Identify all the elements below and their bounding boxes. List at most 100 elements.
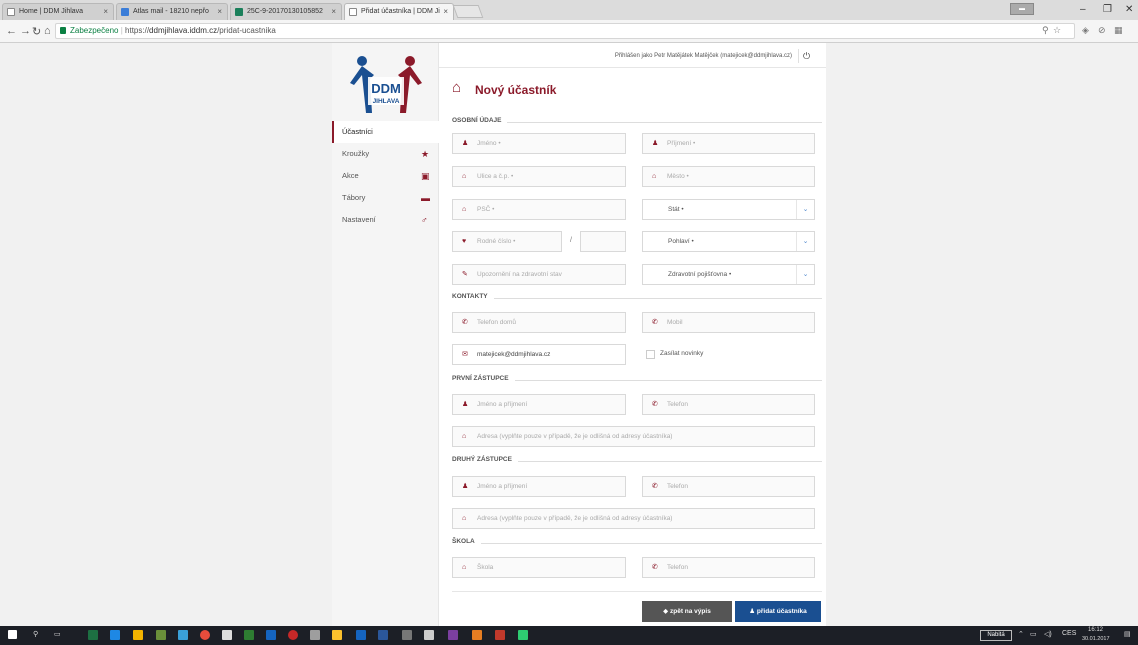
newsletter-checkbox[interactable] bbox=[646, 350, 655, 359]
task-view-icon[interactable]: ▭ bbox=[54, 630, 61, 638]
search-icon[interactable]: ⚲ bbox=[33, 630, 38, 638]
word-icon[interactable] bbox=[378, 630, 388, 640]
chrome-icon[interactable] bbox=[200, 630, 210, 640]
newsletter-label: Zasílat novinky bbox=[660, 350, 704, 357]
network-icon[interactable]: ▭ bbox=[1030, 630, 1037, 638]
close-icon[interactable]: × bbox=[103, 7, 108, 16]
logout-icon[interactable]: ⏻ bbox=[798, 49, 814, 63]
guardian1-phone-input[interactable]: ✆ Telefon bbox=[642, 394, 815, 415]
sidebar-item-ucastnici[interactable]: Účastníci bbox=[332, 121, 439, 143]
back-icon[interactable]: ← bbox=[6, 25, 17, 37]
save-icon[interactable] bbox=[266, 630, 276, 640]
home-icon: ⌂ bbox=[462, 173, 467, 180]
tab-pridat-ucastnika[interactable]: Přidat účastníka | DDM Ji × bbox=[344, 3, 454, 20]
main-content: Přihlášen jako Petr Matějátek Matějček (… bbox=[439, 43, 826, 626]
birth-number-suffix-input[interactable] bbox=[580, 231, 626, 252]
tab-atlas-mail[interactable]: Atlas mail - 18210 nepřo × bbox=[116, 3, 228, 20]
last-name-input[interactable]: ♟ Příjmení • bbox=[642, 133, 815, 154]
page-title: Nový účastník bbox=[475, 83, 557, 97]
sidebar-item-akce[interactable]: Akce ▣ bbox=[332, 165, 439, 187]
browser-icon[interactable] bbox=[178, 630, 188, 640]
app-icon-2[interactable] bbox=[244, 630, 254, 640]
first-name-input[interactable]: ♟ Jméno • bbox=[452, 133, 626, 154]
url-input[interactable]: Zabezpečeno | https://ddmjihlava.iddm.cz… bbox=[55, 23, 1075, 39]
country-select[interactable]: Stát • ⌄ bbox=[642, 199, 815, 220]
app-icon-4[interactable] bbox=[332, 630, 342, 640]
reload-icon[interactable]: ↻ bbox=[32, 25, 41, 38]
folder-icon[interactable] bbox=[133, 630, 143, 640]
sidebar-item-krouzky[interactable]: Kroužky ★ bbox=[332, 143, 439, 165]
gender-icon: ♂ bbox=[421, 215, 428, 225]
guardian2-phone-input[interactable]: ✆ Telefon bbox=[642, 476, 815, 497]
ddm-logo[interactable]: DDM JIHLAVA bbox=[344, 53, 428, 115]
battery-status[interactable]: Nabitá bbox=[980, 630, 1012, 641]
guardian2-name-input[interactable]: ♟ Jméno a příjmení bbox=[452, 476, 626, 497]
store-icon[interactable] bbox=[222, 630, 232, 640]
street-input[interactable]: ⌂ Ulice a č.p. • bbox=[452, 166, 626, 187]
volume-icon[interactable]: ◁) bbox=[1044, 630, 1052, 638]
outlook-icon[interactable] bbox=[356, 630, 366, 640]
app-icon-10[interactable] bbox=[518, 630, 528, 640]
guardian1-name-input[interactable]: ♟ Jméno a příjmení bbox=[452, 394, 626, 415]
school-phone-input[interactable]: ✆ Telefon bbox=[642, 557, 815, 578]
email-field[interactable]: ✉ matejicek@ddmjihlava.cz bbox=[452, 344, 626, 365]
health-note-input[interactable]: ✎ Upozornění na zdravotní stav bbox=[452, 264, 626, 285]
app-icon[interactable] bbox=[156, 630, 166, 640]
insurance-select[interactable]: Zdravotní pojišťovna • ⌄ bbox=[642, 264, 815, 285]
tab-home[interactable]: Home | DDM Jihlava × bbox=[2, 3, 114, 20]
school-input[interactable]: ⌂ Škola bbox=[452, 557, 626, 578]
tab-scan[interactable]: 25C-9-20170130105852 × bbox=[230, 3, 342, 20]
home-icon: ⌂ bbox=[462, 433, 467, 440]
add-participant-button[interactable]: ♟ přidat účastníka bbox=[735, 601, 821, 622]
back-to-list-button[interactable]: ◆ zpět na výpis bbox=[642, 601, 732, 622]
app-icon-3[interactable] bbox=[288, 630, 298, 640]
sidebar-item-tabory[interactable]: Tábory ▬ bbox=[332, 187, 439, 209]
city-input[interactable]: ⌂ Město • bbox=[642, 166, 815, 187]
close-icon[interactable]: × bbox=[331, 7, 336, 16]
header-divider bbox=[439, 67, 826, 68]
zoom-icon[interactable]: ⚲ bbox=[1042, 25, 1049, 36]
mobile-input[interactable]: ✆ Mobil bbox=[642, 312, 815, 333]
sidebar-item-nastaveni[interactable]: Nastavení ♂ bbox=[332, 209, 439, 231]
gender-select[interactable]: Pohlaví • ⌄ bbox=[642, 231, 815, 252]
app-icon-7[interactable] bbox=[448, 630, 458, 640]
restore-icon[interactable]: ❐ bbox=[1103, 4, 1112, 15]
window-close-icon[interactable]: ✕ bbox=[1125, 4, 1133, 15]
atlas-icon bbox=[121, 8, 129, 16]
windows-taskbar: ⚲ ▭ Nabitá ⌃ ▭ ◁) CES 16:12 30.01.2017 ▤ bbox=[0, 626, 1138, 645]
extension-icon[interactable]: ◈ bbox=[1082, 25, 1089, 36]
app-icon-9[interactable] bbox=[495, 630, 505, 640]
notifications-icon[interactable]: ▤ bbox=[1124, 630, 1131, 638]
user-icon: ♟ bbox=[749, 608, 757, 615]
sidebar-menu: Účastníci Kroužky ★ Akce ▣ Tábory ▬ Nast… bbox=[332, 121, 439, 231]
clock-date[interactable]: 30.01.2017 bbox=[1082, 636, 1110, 642]
phone-home-input[interactable]: ✆ Telefon domů bbox=[452, 312, 626, 333]
menu-icon[interactable]: ▦ bbox=[1114, 25, 1123, 36]
guardian1-address-input[interactable]: ⌂ Adresa (vyplňte pouze v případě, že je… bbox=[452, 426, 815, 447]
home-icon[interactable]: ⌂ bbox=[44, 25, 51, 37]
app-icon-8[interactable] bbox=[472, 630, 482, 640]
profile-icon[interactable]: ▬ bbox=[1010, 3, 1034, 15]
windows-start-icon[interactable] bbox=[8, 630, 17, 639]
app-icon-6[interactable] bbox=[424, 630, 434, 640]
zip-input[interactable]: ⌂ PSČ • bbox=[452, 199, 626, 220]
clock-time[interactable]: 16:12 bbox=[1088, 627, 1103, 633]
app-icon-5[interactable] bbox=[402, 630, 412, 640]
birth-number-input[interactable]: ♥ Rodné číslo • bbox=[452, 231, 562, 252]
keyboard-layout[interactable]: CES bbox=[1062, 630, 1076, 637]
bookmark-star-icon[interactable]: ☆ bbox=[1053, 25, 1061, 36]
calculator-icon[interactable] bbox=[310, 630, 320, 640]
minimize-icon[interactable]: – bbox=[1080, 4, 1086, 15]
close-icon[interactable]: × bbox=[217, 7, 222, 16]
excel-icon[interactable] bbox=[88, 630, 98, 640]
sidebar: DDM JIHLAVA Účastníci Kroužky ★ Akce ▣ T… bbox=[332, 43, 439, 626]
guardian2-address-input[interactable]: ⌂ Adresa (vyplňte pouze v případě, že je… bbox=[452, 508, 815, 529]
section-second-guardian: DRUHÝ ZÁSTUPCE bbox=[452, 456, 822, 466]
page-icon bbox=[7, 8, 15, 16]
close-icon[interactable]: × bbox=[443, 7, 448, 16]
forward-icon[interactable]: → bbox=[20, 25, 31, 37]
extension-icon-2[interactable]: ⊘ bbox=[1098, 25, 1106, 36]
tray-chevron-icon[interactable]: ⌃ bbox=[1018, 630, 1024, 638]
new-tab-button[interactable] bbox=[452, 5, 484, 18]
media-icon[interactable] bbox=[110, 630, 120, 640]
